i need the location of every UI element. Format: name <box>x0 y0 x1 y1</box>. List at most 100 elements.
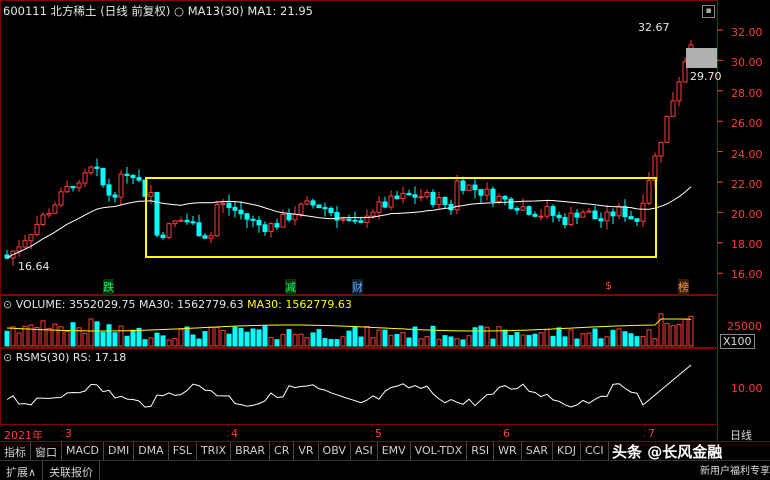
tab-cr[interactable]: CR <box>270 442 295 460</box>
tab-trix[interactable]: TRIX <box>197 442 232 460</box>
candle-body <box>670 100 676 117</box>
circle-icon[interactable]: ○ <box>174 4 184 18</box>
tab-sar[interactable]: SAR <box>522 442 554 460</box>
candle-body <box>52 204 58 214</box>
candle-body <box>172 220 178 225</box>
tab-rsi[interactable]: RSI <box>467 442 495 460</box>
candle-body <box>478 189 484 196</box>
volume-header: ⊙ VOLUME: 3552029.75 MA30: 1562779.63 MA… <box>3 298 352 311</box>
candle-body <box>154 192 160 236</box>
volume-bar <box>280 334 286 347</box>
rsms-line <box>6 364 692 408</box>
rsms-header: ⊙ RSMS(30) RS: 17.18 <box>3 351 126 364</box>
candle-body <box>472 184 478 191</box>
volume-bar <box>526 334 532 347</box>
tab-expand[interactable]: 扩展∧ <box>0 461 44 480</box>
event-marker[interactable]: $ <box>605 279 612 292</box>
volume-bar <box>226 333 232 347</box>
tab-brar[interactable]: BRAR <box>231 442 271 460</box>
tab-vr[interactable]: VR <box>294 442 319 460</box>
candle-body <box>412 194 418 198</box>
candle-body <box>286 213 292 221</box>
candle-body <box>304 200 310 205</box>
tab-fsl[interactable]: FSL <box>169 442 197 460</box>
volume-bar <box>388 334 394 347</box>
tab-related-quotes[interactable]: 关联报价 <box>43 461 101 480</box>
volume-ma30-a: MA30: 1562779.63 <box>138 298 244 311</box>
volume-bar <box>316 329 322 347</box>
volume-bar <box>442 335 448 347</box>
volume-bar <box>172 337 178 347</box>
tab-window[interactable]: 窗口 <box>31 442 62 460</box>
candle-body <box>658 141 664 157</box>
event-marker[interactable]: 榜 <box>678 279 689 295</box>
candle-body <box>598 218 604 222</box>
candle-body <box>310 200 316 206</box>
volume-bar <box>676 323 682 347</box>
tab-indicator[interactable]: 指标 <box>0 442 31 460</box>
price-tick: 28.00 <box>731 87 763 100</box>
price-tick: 16.00 <box>731 268 763 281</box>
candle-body <box>238 209 244 215</box>
candle-body <box>40 214 46 225</box>
volume-bar <box>178 328 184 347</box>
volume-bar <box>100 331 106 347</box>
chart-header: 600111 北方稀土 (日线 前复权) ○ MA13(30) MA1: 21.… <box>3 3 313 19</box>
volume-bar <box>346 330 352 347</box>
stock-symbol[interactable]: 600111 北方稀土 (日线 前复权) <box>3 4 170 18</box>
tab-emv[interactable]: EMV <box>378 442 411 460</box>
event-marker[interactable]: 减 <box>285 279 296 295</box>
tab-macd[interactable]: MACD <box>62 442 104 460</box>
event-marker[interactable]: 财 <box>352 279 363 295</box>
volume-bar <box>556 327 562 347</box>
candle-body <box>550 206 556 216</box>
candle-body <box>394 195 400 200</box>
candle-body <box>106 184 112 196</box>
date-month: 6 <box>503 427 510 440</box>
tab-cci[interactable]: CCI <box>581 442 609 460</box>
candle-body <box>370 211 376 217</box>
volume-bar <box>136 327 142 347</box>
candle-body <box>94 166 100 169</box>
tab-kdj[interactable]: KDJ <box>553 442 581 460</box>
candle-body <box>322 207 328 210</box>
tab-dma[interactable]: DMA <box>134 442 169 460</box>
volume-bar <box>286 329 292 347</box>
volume-bar <box>430 325 436 347</box>
candle-body <box>574 212 580 218</box>
tab-dmi[interactable]: DMI <box>104 442 135 460</box>
circle-icon[interactable]: ⊙ <box>3 298 12 311</box>
tab-wr[interactable]: WR <box>494 442 522 460</box>
candle-body <box>160 234 166 238</box>
volume-bar <box>70 322 76 347</box>
volume-bar <box>244 331 250 347</box>
volume-bar <box>646 329 652 347</box>
candle-body <box>334 212 340 221</box>
tab-obv[interactable]: OBV <box>319 442 351 460</box>
candle-body <box>292 213 298 221</box>
candle-body <box>418 196 424 199</box>
circle-icon[interactable]: ⊙ <box>3 351 12 364</box>
volume-bar <box>604 336 610 347</box>
candle-body <box>382 201 388 208</box>
candle-body <box>184 219 190 223</box>
candle-body <box>178 219 184 222</box>
candle-body <box>664 115 670 143</box>
candle-body <box>130 174 136 179</box>
tab-asi[interactable]: ASI <box>351 442 378 460</box>
volume-bar <box>46 328 52 347</box>
tab-vol-tdx[interactable]: VOL-TDX <box>411 442 468 460</box>
volume-bar <box>640 336 646 347</box>
kline-chart[interactable] <box>0 0 770 441</box>
volume-bar <box>184 326 190 347</box>
event-marker[interactable]: 跌 <box>103 279 114 295</box>
volume-bar <box>670 325 676 347</box>
window-control-icon[interactable]: ▪ <box>702 5 715 18</box>
volume-bar <box>334 339 340 347</box>
candle-body <box>220 202 226 206</box>
candle-body <box>58 191 64 206</box>
watermark-brand: 头条 @长风金融 <box>612 443 723 461</box>
candle-body <box>406 192 412 196</box>
volume-bar <box>424 336 430 347</box>
candle-body <box>226 202 232 209</box>
